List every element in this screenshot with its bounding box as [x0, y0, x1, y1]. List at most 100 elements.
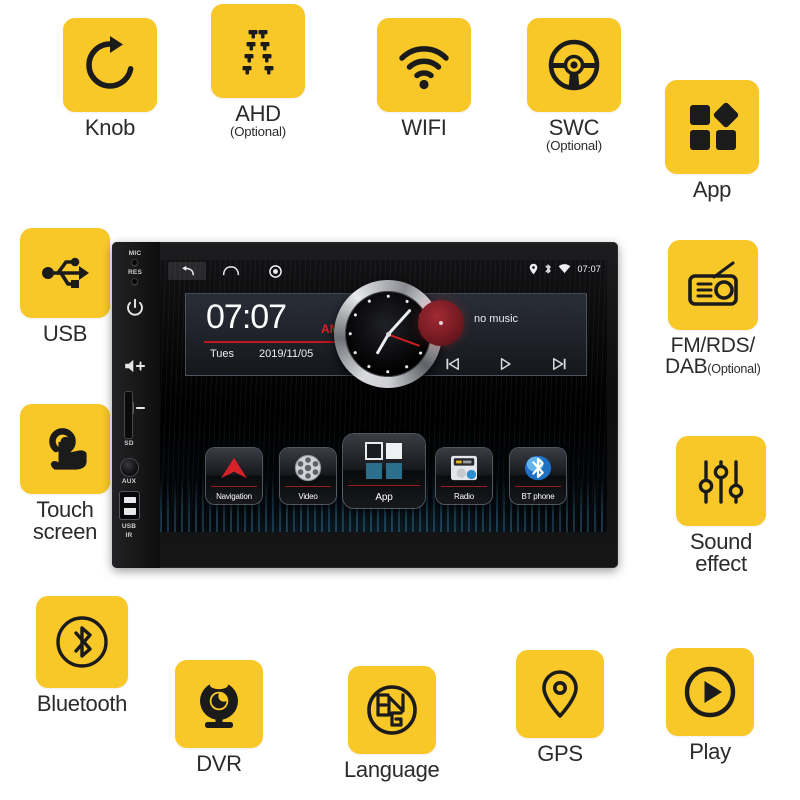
- radio-tuner-icon: [436, 453, 492, 483]
- feature-app[interactable]: App: [665, 80, 759, 201]
- music-transport-controls: [426, 357, 586, 371]
- gps-tile[interactable]: [516, 650, 604, 738]
- dock-item-bt-phone[interactable]: BT phone: [510, 448, 566, 504]
- knob-tile[interactable]: [63, 18, 157, 112]
- dock-accent-rule: [285, 486, 331, 487]
- head-unit-screen[interactable]: 07:07 07:07 AM Tues 2019/11/05 no music …: [160, 260, 607, 532]
- navigation-arrow-icon: [206, 453, 262, 483]
- feature-gps[interactable]: GPS: [516, 650, 604, 765]
- power-button[interactable]: [124, 297, 146, 319]
- clock-minute-hand: [387, 308, 412, 335]
- feature-fm-rds-dab[interactable]: FM/RDS/ DAB(Optional): [665, 240, 761, 378]
- dock-item-video[interactable]: Video: [280, 448, 336, 504]
- nav-home-button[interactable]: [212, 262, 250, 280]
- film-reel-icon: [280, 453, 336, 483]
- ahd-label: AHD (Optional): [230, 101, 286, 140]
- dock-label-app: App: [375, 492, 393, 503]
- swc-label: SWC (Optional): [546, 115, 602, 154]
- clock-music-widget[interactable]: 07:07 AM Tues 2019/11/05 no music: [185, 280, 587, 388]
- parking-guide-lines-icon: [242, 30, 274, 75]
- wifi-tile[interactable]: [377, 18, 471, 112]
- sound-effect-label-line2: effect: [695, 551, 747, 577]
- recent-apps-icon: [268, 264, 282, 278]
- ahd-optional-note: (Optional): [230, 124, 286, 140]
- dock-label-radio: Radio: [454, 492, 474, 501]
- feature-language[interactable]: Language: [344, 666, 440, 782]
- dvr-tile[interactable]: [175, 660, 263, 748]
- wifi-icon: [559, 264, 571, 274]
- nav-back-button[interactable]: [168, 262, 206, 280]
- touch-screen-tile[interactable]: [20, 404, 110, 494]
- feature-wifi[interactable]: WIFI: [377, 18, 471, 139]
- swc-optional-note: (Optional): [546, 138, 602, 154]
- status-bar-clock: 07:07: [577, 264, 601, 274]
- vinyl-disc-icon: [418, 300, 464, 346]
- dock-item-navigation[interactable]: Navigation: [206, 448, 262, 504]
- usb-tile[interactable]: [20, 228, 110, 318]
- language-eng-icon: [366, 685, 417, 735]
- digital-clock: 07:07 AM Tues 2019/11/05: [196, 294, 356, 375]
- reset-hole[interactable]: [131, 278, 138, 285]
- steering-wheel-icon: [548, 39, 600, 91]
- sound-effect-tile[interactable]: [676, 436, 766, 526]
- bluetooth-icon: [545, 264, 552, 274]
- fm-rds-dab-tile[interactable]: [667, 240, 758, 330]
- system-status-icons: 07:07: [529, 263, 601, 275]
- nav-recent-button[interactable]: [256, 262, 294, 280]
- car-head-unit: MIC RES SD AUX USB IR 07:07 07:07 AM Tue…: [112, 242, 618, 568]
- usb-icon: [42, 257, 89, 288]
- dvr-label: DVR: [196, 751, 242, 776]
- gps-pin-icon: [542, 670, 578, 718]
- fm-rds-dab-optional-note: (Optional): [707, 362, 761, 377]
- language-tile[interactable]: [347, 666, 436, 754]
- android-status-bar: 07:07: [160, 260, 607, 282]
- home-icon: [222, 266, 240, 276]
- feature-sound-effect[interactable]: Sound effect: [676, 436, 766, 576]
- music-player-widget[interactable]: no music: [418, 294, 586, 375]
- digital-clock-date: 2019/11/05: [259, 348, 314, 360]
- gps-pin-icon: [530, 263, 538, 275]
- bluetooth-label: Bluetooth: [36, 691, 128, 716]
- feature-swc[interactable]: SWC (Optional): [527, 18, 621, 153]
- skip-next-icon[interactable]: [551, 357, 567, 371]
- language-label: Language: [344, 757, 440, 782]
- bluetooth-tile[interactable]: [36, 596, 128, 688]
- speaker-plus-icon: [125, 359, 146, 373]
- ahd-tile[interactable]: [211, 4, 305, 98]
- power-icon: [127, 298, 143, 316]
- feature-touch-screen[interactable]: Touch screen: [20, 404, 110, 544]
- dock-item-radio[interactable]: Radio: [436, 448, 492, 504]
- bluetooth-phone-icon: [510, 453, 566, 483]
- equalizer-sliders-icon: [698, 460, 744, 504]
- music-status-text: no music: [474, 313, 519, 325]
- app-tile[interactable]: [665, 80, 759, 174]
- dock-accent-rule: [348, 485, 420, 486]
- touch-screen-label: Touch screen: [32, 497, 98, 545]
- dock-label-navigation: Navigation: [216, 492, 252, 501]
- dock-item-app[interactable]: App: [343, 434, 425, 508]
- play-label: Play: [689, 739, 731, 764]
- volume-up-button[interactable]: [122, 357, 150, 379]
- sd-card-slot[interactable]: [125, 392, 132, 438]
- feature-play[interactable]: Play: [666, 648, 754, 763]
- ir-label: IR: [125, 532, 133, 539]
- feature-ahd[interactable]: AHD (Optional): [211, 4, 305, 139]
- fm-rds-dab-label: FM/RDS/ DAB(Optional): [665, 334, 761, 379]
- feature-dvr[interactable]: DVR: [175, 660, 263, 775]
- swc-tile[interactable]: [527, 18, 621, 112]
- feature-knob[interactable]: Knob: [63, 18, 157, 139]
- play-icon[interactable]: [498, 357, 513, 371]
- device-left-bezel: MIC RES SD AUX USB IR: [112, 242, 160, 568]
- aux-jack[interactable]: [121, 459, 138, 476]
- feature-usb[interactable]: USB: [20, 228, 110, 345]
- sound-effect-label: Sound effect: [689, 529, 753, 577]
- skip-previous-icon[interactable]: [445, 357, 461, 371]
- usb-port[interactable]: [120, 492, 139, 519]
- digital-clock-underline: [204, 341, 352, 343]
- rotate-knob-icon: [86, 36, 134, 89]
- play-tile[interactable]: [666, 648, 754, 736]
- usb-port-label: USB: [121, 523, 137, 530]
- app-grid-icon: [343, 442, 425, 482]
- infographic-canvas: Knob AHD (Optional) WIFI SWC (Optional) …: [0, 0, 800, 800]
- feature-bluetooth[interactable]: Bluetooth: [36, 596, 128, 715]
